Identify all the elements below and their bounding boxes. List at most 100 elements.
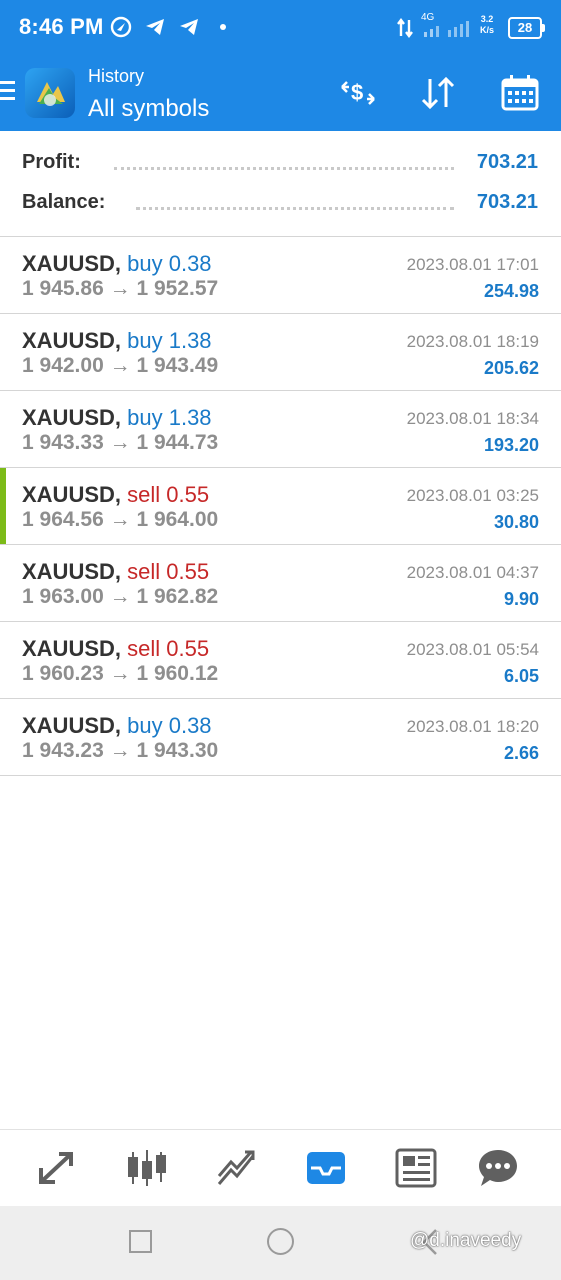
close-price: 1 943.49 xyxy=(136,354,219,377)
balance-value: 703.21 xyxy=(476,191,538,213)
browser-icon xyxy=(110,16,132,38)
close-price: 1 962.82 xyxy=(136,585,219,608)
price-arrow-icon: → xyxy=(109,662,131,685)
chat-icon[interactable] xyxy=(476,1146,520,1190)
open-price: 1 943.33 xyxy=(22,431,104,454)
balance-label: Balance: xyxy=(22,191,106,213)
trade-datetime: 2023.08.01 04:37 xyxy=(406,563,539,582)
price-arrow-icon: → xyxy=(109,508,131,531)
trade-profit: 6.05 xyxy=(503,666,539,686)
top-header: 8:46 PM 4G 3.2 K/s 28 History All symbol… xyxy=(0,0,561,131)
close-price: 1 943.30 xyxy=(136,739,219,762)
trade-row[interactable]: XAUUSD, sell 0.55 1 964.56 → 1 964.00 2023… xyxy=(0,468,561,545)
open-price: 1 945.86 xyxy=(22,277,104,300)
trade-prices: 1 964.56 → 1 964.00 xyxy=(22,508,218,532)
status-bar: 8:46 PM 4G 3.2 K/s 28 xyxy=(0,0,561,56)
trade-symbol: XAUUSD, buy 0.38 xyxy=(22,251,212,277)
profit-value: 703.21 xyxy=(476,151,538,173)
app-bar: History All symbols $ xyxy=(0,56,561,131)
price-arrow-icon: → xyxy=(109,585,131,608)
telegram-icon-2 xyxy=(180,19,198,35)
trade-row[interactable]: XAUUSD, buy 0.38 1 943.23 → 1 943.30 2023.… xyxy=(0,699,561,776)
trade-row[interactable]: XAUUSD, buy 1.38 1 942.00 → 1 943.49 2023.… xyxy=(0,314,561,391)
telegram-icon xyxy=(146,19,164,35)
close-price: 1 944.73 xyxy=(136,431,219,454)
trade-profit: 254.98 xyxy=(483,281,539,301)
menu-icon[interactable] xyxy=(0,81,16,103)
trade-symbol: XAUUSD, sell 0.55 xyxy=(22,559,209,585)
trade-prices: 1 943.33 → 1 944.73 xyxy=(22,431,218,455)
chart-candles-icon[interactable] xyxy=(125,1146,169,1190)
symbol-name: XAUUSD, xyxy=(22,405,122,430)
speed-unit: K/s xyxy=(480,25,495,35)
svg-text:$: $ xyxy=(351,80,363,105)
symbol-name: XAUUSD, xyxy=(22,559,122,584)
trade-prices: 1 960.23 → 1 960.12 xyxy=(22,662,218,686)
trade-row[interactable]: XAUUSD, sell 0.55 1 960.23 → 1 960.12 2023… xyxy=(0,622,561,699)
app-subtitle: History xyxy=(88,66,145,86)
trade-side-volume: sell 0.55 xyxy=(127,559,210,584)
trade-datetime: 2023.08.01 17:01 xyxy=(406,255,539,274)
watermark: @d.inaveedy xyxy=(410,1230,522,1251)
trade-history-list: XAUUSD, buy 0.38 1 945.86 → 1 952.57 2023.… xyxy=(0,237,561,776)
battery-indicator: 28 xyxy=(508,17,545,39)
trade-row[interactable]: XAUUSD, sell 0.55 1 963.00 → 1 962.82 2023… xyxy=(0,545,561,622)
home-button[interactable] xyxy=(267,1228,294,1255)
trade-symbol: XAUUSD, sell 0.55 xyxy=(22,636,209,662)
price-arrow-icon: → xyxy=(109,277,131,300)
metatrader-logo[interactable] xyxy=(25,68,75,118)
trade-prices: 1 943.23 → 1 943.30 xyxy=(22,739,218,763)
trade-datetime: 2023.08.01 03:25 xyxy=(406,486,539,505)
price-arrow-icon: → xyxy=(109,431,131,454)
close-price: 1 952.57 xyxy=(136,277,219,300)
trade-profit: 193.20 xyxy=(483,435,539,455)
trade-profit: 30.80 xyxy=(493,512,539,532)
trade-row[interactable]: XAUUSD, buy 0.38 1 945.86 → 1 952.57 2023.… xyxy=(0,237,561,314)
sort-arrows-icon[interactable] xyxy=(418,73,458,113)
trade-side-volume: buy 0.38 xyxy=(127,713,212,738)
news-icon[interactable] xyxy=(394,1146,438,1190)
profit-label: Profit: xyxy=(22,151,81,173)
symbol-name: XAUUSD, xyxy=(22,713,122,738)
open-price: 1 964.56 xyxy=(22,508,104,531)
symbol-name: XAUUSD, xyxy=(22,251,122,276)
trade-profit: 205.62 xyxy=(483,358,539,378)
trade-datetime: 2023.08.01 18:20 xyxy=(406,717,539,736)
open-price: 1 960.23 xyxy=(22,662,104,685)
network-speed: 3.2 K/s xyxy=(480,14,494,36)
system-navigation-bar: @d.inaveedy xyxy=(0,1206,561,1280)
trade-prices: 1 945.86 → 1 952.57 xyxy=(22,277,218,301)
trade-side-volume: buy 1.38 xyxy=(127,405,212,430)
balance-leader-dots xyxy=(136,207,454,210)
trade-side-volume: sell 0.55 xyxy=(127,636,210,661)
trade-datetime: 2023.08.01 18:19 xyxy=(406,332,539,351)
price-arrow-icon: → xyxy=(109,739,131,762)
open-price: 1 943.23 xyxy=(22,739,104,762)
page-title[interactable]: All symbols xyxy=(88,95,209,123)
open-price: 1 963.00 xyxy=(22,585,104,608)
close-price: 1 964.00 xyxy=(136,508,219,531)
trade-symbol: XAUUSD, buy 1.38 xyxy=(22,328,212,354)
trade-datetime: 2023.08.01 05:54 xyxy=(406,640,539,659)
signal-icon xyxy=(424,21,469,37)
speed-value: 3.2 xyxy=(480,14,494,24)
account-summary: Profit: 703.21 Balance: 703.21 xyxy=(0,131,561,237)
trade-prices: 1 963.00 → 1 962.82 xyxy=(22,585,218,609)
price-arrow-icon: → xyxy=(109,354,131,377)
bottom-navigation xyxy=(0,1129,561,1206)
profit-leader-dots xyxy=(114,167,454,170)
status-time: 8:46 PM xyxy=(19,14,104,39)
notification-dot xyxy=(220,24,226,30)
trade-row[interactable]: XAUUSD, buy 1.38 1 943.33 → 1 944.73 2023.… xyxy=(0,391,561,468)
history-inbox-icon[interactable] xyxy=(304,1146,348,1190)
currency-sort-icon[interactable]: $ xyxy=(338,73,378,113)
open-price: 1 942.00 xyxy=(22,354,104,377)
close-price: 1 960.12 xyxy=(136,662,219,685)
trade-icon[interactable] xyxy=(215,1146,259,1190)
trade-datetime: 2023.08.01 18:34 xyxy=(406,409,539,428)
trade-symbol: XAUUSD, sell 0.55 xyxy=(22,482,209,508)
quotes-icon[interactable] xyxy=(35,1146,79,1190)
recent-apps-button[interactable] xyxy=(129,1230,152,1253)
calendar-icon[interactable] xyxy=(500,73,540,113)
balance-row: Balance: 703.21 xyxy=(22,191,538,221)
